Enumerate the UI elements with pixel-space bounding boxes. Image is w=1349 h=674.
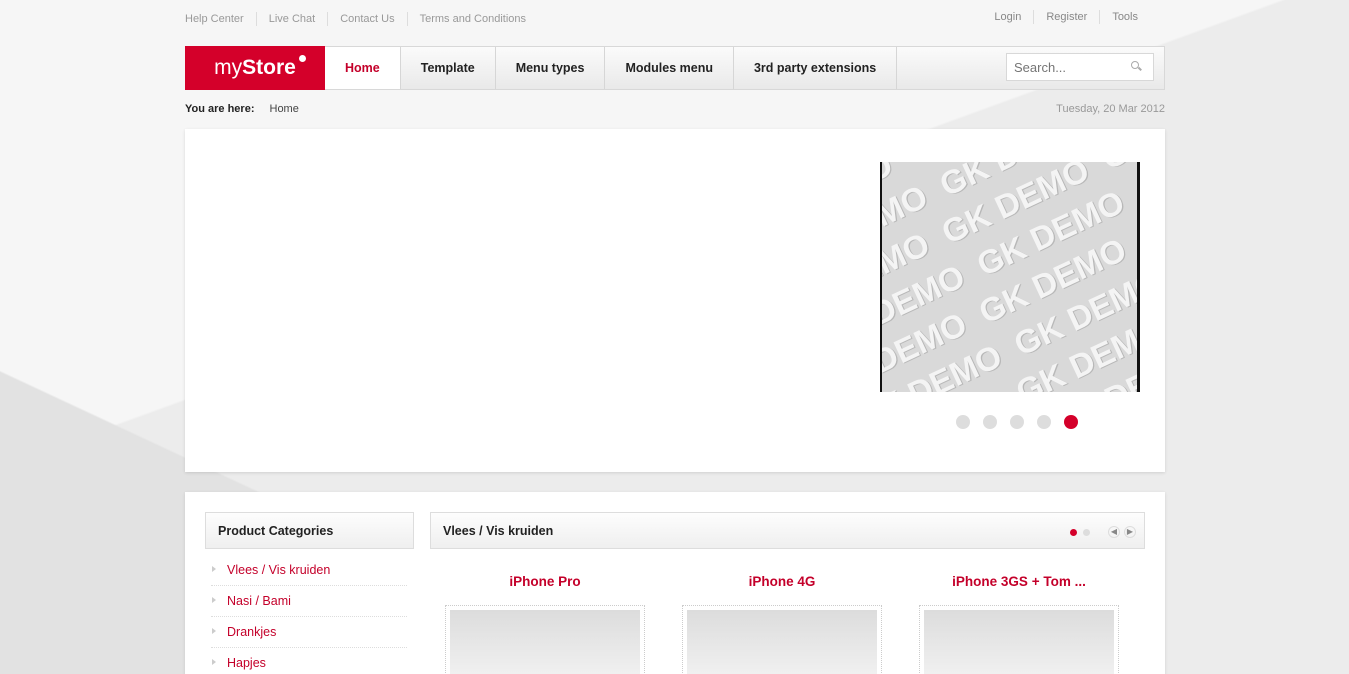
slider-dot-4[interactable] — [1037, 415, 1051, 429]
category-list: Vlees / Vis kruiden Nasi / Bami Drankjes… — [211, 562, 407, 674]
store-logo[interactable]: my Store — [185, 46, 325, 90]
top-links: Help Center Live Chat Contact Us Terms a… — [185, 12, 538, 26]
register-link[interactable]: Register — [1033, 10, 1099, 24]
breadcrumb-label: You are here: — [185, 103, 255, 115]
slide-watermark: GK DEMO GK DEMO GK DEMO GK DEMO GK DEMO … — [880, 162, 1140, 392]
next-arrow-icon[interactable]: ▶ — [1124, 526, 1136, 538]
products-pagination — [1064, 529, 1090, 536]
slider-dot-5[interactable] — [1064, 415, 1078, 429]
help-center-link[interactable]: Help Center — [185, 12, 256, 26]
contact-us-link[interactable]: Contact Us — [327, 12, 406, 26]
login-link[interactable]: Login — [982, 10, 1033, 24]
logo-text-light: my — [214, 56, 243, 79]
product-image[interactable] — [445, 605, 645, 674]
nav-menu-types[interactable]: Menu types — [496, 47, 606, 89]
product-name[interactable]: iPhone Pro — [445, 574, 645, 592]
categories-header: Product Categories — [205, 512, 414, 549]
product-name[interactable]: iPhone 3GS + Tom ... — [919, 574, 1119, 592]
breadcrumb: You are here: Home — [185, 103, 299, 115]
tools-link[interactable]: Tools — [1099, 10, 1138, 24]
nav-3rd-party-extensions[interactable]: 3rd party extensions — [734, 47, 898, 89]
slider-dot-3[interactable] — [1010, 415, 1024, 429]
prev-arrow-icon[interactable]: ◀ — [1108, 526, 1120, 538]
slider-pagination — [956, 415, 1091, 429]
logo-text-bold: Store — [242, 56, 296, 79]
category-item[interactable]: Nasi / Bami — [211, 586, 407, 617]
nav-modules-menu[interactable]: Modules menu — [605, 47, 734, 89]
products-page-dot-2[interactable] — [1083, 529, 1090, 536]
slider-dot-1[interactable] — [956, 415, 970, 429]
user-links: Login Register Tools — [982, 10, 1138, 24]
product-card: iPhone 3GS + Tom ... — [919, 574, 1119, 674]
search-icon[interactable] — [1131, 61, 1143, 73]
category-item[interactable]: Vlees / Vis kruiden — [211, 555, 407, 586]
nav-template[interactable]: Template — [401, 47, 496, 89]
product-image[interactable] — [919, 605, 1119, 674]
slide-image[interactable]: GK DEMO GK DEMO GK DEMO GK DEMO GK DEMO … — [880, 162, 1140, 392]
product-name[interactable]: iPhone 4G — [682, 574, 882, 592]
image-slider: GK DEMO GK DEMO GK DEMO GK DEMO GK DEMO … — [185, 129, 1165, 472]
product-card: iPhone 4G — [682, 574, 882, 674]
terms-link[interactable]: Terms and Conditions — [406, 12, 538, 26]
current-date: Tuesday, 20 Mar 2012 — [1056, 103, 1165, 115]
products-page-dot-1[interactable] — [1070, 529, 1077, 536]
live-chat-link[interactable]: Live Chat — [255, 12, 327, 26]
products-title: Vlees / Vis kruiden — [443, 523, 554, 538]
products-arrows: ◀ ▶ — [1104, 526, 1136, 538]
breadcrumb-home[interactable]: Home — [270, 103, 299, 115]
category-item[interactable]: Drankjes — [211, 617, 407, 648]
product-image[interactable] — [682, 605, 882, 674]
products-header: Vlees / Vis kruiden ◀ ▶ — [430, 512, 1145, 549]
search-input[interactable] — [1007, 55, 1125, 79]
product-card: iPhone Pro — [445, 574, 645, 674]
main-navigation: my Store Home Template Menu types Modules… — [185, 46, 1165, 90]
content-area: Product Categories Vlees / Vis kruiden N… — [185, 492, 1165, 674]
search-box — [1006, 53, 1154, 81]
category-item[interactable]: Hapjes — [211, 648, 407, 674]
logo-dot — [299, 55, 306, 62]
nav-home[interactable]: Home — [325, 47, 401, 89]
slider-dot-2[interactable] — [983, 415, 997, 429]
